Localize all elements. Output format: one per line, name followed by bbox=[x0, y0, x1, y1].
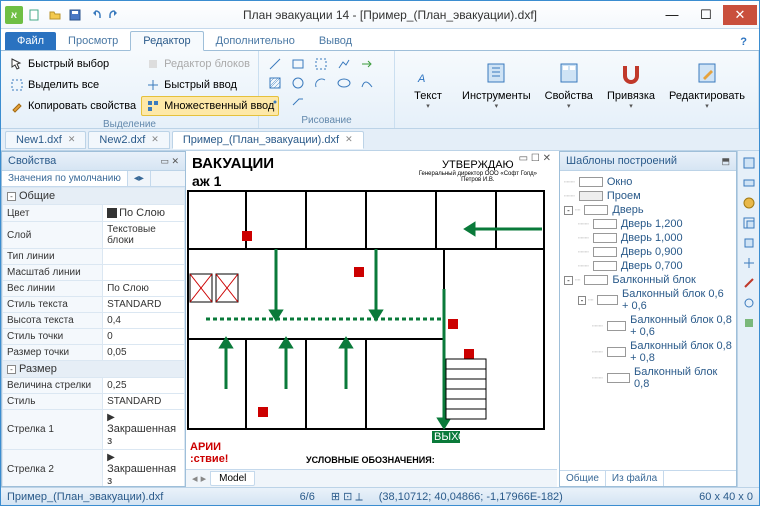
close-tab-icon[interactable]: ✕ bbox=[151, 134, 159, 145]
draw-group-label: Рисование bbox=[263, 113, 390, 128]
multi-input-label: Множественный ввод bbox=[164, 100, 274, 112]
status-snap-icon[interactable]: ⊞ ⊡ ⟂ bbox=[331, 490, 363, 504]
circle-tool-icon[interactable] bbox=[289, 74, 307, 92]
quick-input-label: Быстрый ввод bbox=[164, 79, 237, 91]
vtool-5-icon[interactable] bbox=[741, 235, 757, 251]
tab-file[interactable]: Файл bbox=[5, 32, 56, 50]
doctab-new2[interactable]: New2.dxf✕ bbox=[88, 131, 169, 149]
props-button[interactable]: Свойства▾ bbox=[538, 55, 600, 115]
leader-tool-icon[interactable] bbox=[289, 93, 307, 111]
plan-subtitle: аж 1 bbox=[192, 173, 221, 189]
vtool-9-icon[interactable] bbox=[741, 315, 757, 331]
svg-text:ВЫХОД: ВЫХОД bbox=[434, 431, 474, 443]
minimize-button[interactable]: — bbox=[655, 5, 689, 25]
vtool-4-icon[interactable] bbox=[741, 215, 757, 231]
templates-title: Шаблоны построений bbox=[566, 155, 677, 167]
vtool-8-icon[interactable] bbox=[741, 295, 757, 311]
property-grid[interactable]: -Общие ЦветПо Слою СлойТекстовые блоки Т… bbox=[2, 187, 185, 486]
window-title: План эвакуации 14 - [Пример_(План_эвакуа… bbox=[125, 8, 655, 22]
status-dimensions: 60 x 40 x 0 bbox=[699, 491, 753, 503]
close-button[interactable]: ✕ bbox=[723, 5, 757, 25]
vtool-2-icon[interactable] bbox=[741, 175, 757, 191]
block-editor-label: Редактор блоков bbox=[164, 58, 250, 70]
status-coords: (38,10712; 40,04866; -1,17966E-182) bbox=[379, 491, 563, 503]
close-tab-icon[interactable]: ✕ bbox=[68, 134, 76, 145]
quick-select-label: Быстрый выбор bbox=[28, 58, 109, 70]
props-panel-title: Свойства bbox=[8, 155, 56, 167]
right-toolbar bbox=[737, 151, 759, 487]
edit-button-label: Редактировать bbox=[669, 90, 745, 102]
polyline-tool-icon[interactable] bbox=[335, 55, 353, 73]
copy-props-button[interactable]: Копировать свойства bbox=[5, 96, 141, 116]
doctab-new1[interactable]: New1.dxf✕ bbox=[5, 131, 86, 149]
tools-button-label: Инструменты bbox=[462, 90, 531, 102]
plan-title: ВАКУАЦИИ bbox=[192, 155, 274, 172]
hatch-tool-icon[interactable] bbox=[266, 74, 284, 92]
template-tree[interactable]: ┈┈Окно ┈┈Проем -┈Дверь ┈┈Дверь 1,200 ┈┈Д… bbox=[560, 171, 736, 470]
help-icon[interactable]: ? bbox=[736, 34, 751, 50]
spline-tool-icon[interactable] bbox=[358, 74, 376, 92]
templates-tab-common[interactable]: Общие bbox=[560, 471, 606, 486]
qat-new-icon[interactable] bbox=[26, 6, 44, 24]
properties-panel: Свойства ▭ ✕ Значения по умолчанию◂▸ -Общ… bbox=[1, 151, 186, 487]
props-button-label: Свойства bbox=[545, 90, 593, 102]
vtool-6-icon[interactable] bbox=[741, 255, 757, 271]
drawing-canvas[interactable]: ▭ ☐ ✕ ВАКУАЦИИ аж 1 УТВЕРЖДАЮ Генеральны… bbox=[186, 151, 557, 469]
tab-extra[interactable]: Дополнительно bbox=[204, 32, 307, 50]
point-tool-icon[interactable] bbox=[266, 93, 284, 111]
qat-open-icon[interactable] bbox=[46, 6, 64, 24]
arrow-tool-icon[interactable] bbox=[358, 55, 376, 73]
select-all-label: Выделить все bbox=[28, 79, 99, 91]
status-pages: 6/6 bbox=[300, 491, 315, 503]
snap-button-label: Привязка bbox=[607, 90, 655, 102]
templates-tab-file[interactable]: Из файла bbox=[606, 471, 664, 486]
doctab-example[interactable]: Пример_(План_эвакуации).dxf✕ bbox=[172, 131, 364, 149]
qat-redo-icon[interactable] bbox=[106, 6, 124, 24]
model-tab[interactable]: Model bbox=[210, 471, 255, 486]
status-file: Пример_(План_эвакуации).dxf bbox=[7, 491, 163, 503]
qat-save-icon[interactable] bbox=[66, 6, 84, 24]
tab-output[interactable]: Вывод bbox=[307, 32, 364, 50]
props-tab-more[interactable]: ◂▸ bbox=[128, 171, 151, 186]
panel-collapse-icon[interactable]: ⬒ bbox=[721, 156, 730, 167]
text-button-label: Текст bbox=[414, 90, 442, 102]
app-logo: א bbox=[5, 6, 23, 24]
snap-button[interactable]: Привязка▾ bbox=[600, 55, 662, 115]
vtool-3-icon[interactable] bbox=[741, 195, 757, 211]
tab-editor[interactable]: Редактор bbox=[130, 31, 203, 51]
panel-collapse-icon[interactable]: ▭ ✕ bbox=[160, 156, 179, 167]
select-all-button[interactable]: Выделить все bbox=[5, 75, 141, 95]
qat-undo-icon[interactable] bbox=[86, 6, 104, 24]
poly-tool-icon[interactable] bbox=[312, 55, 330, 73]
approval-block: УТВЕРЖДАЮ Генеральный директор ООО «Софт… bbox=[419, 159, 537, 183]
legend-title: УСЛОВНЫЕ ОБОЗНАЧЕНИЯ: bbox=[306, 455, 435, 465]
vtool-1-icon[interactable] bbox=[741, 155, 757, 171]
templates-panel: Шаблоны построений ⬒ ┈┈Окно ┈┈Проем -┈Две… bbox=[559, 151, 737, 487]
arc-tool-icon[interactable] bbox=[312, 74, 330, 92]
tab-view[interactable]: Просмотр bbox=[56, 32, 130, 50]
tools-button[interactable]: Инструменты▾ bbox=[455, 55, 538, 115]
text-button[interactable]: AТекст▾ bbox=[401, 55, 455, 115]
copy-props-label: Копировать свойства bbox=[28, 100, 136, 112]
props-tab-defaults[interactable]: Значения по умолчанию bbox=[2, 171, 128, 186]
maximize-button[interactable]: ☐ bbox=[689, 5, 723, 25]
rect-tool-icon[interactable] bbox=[289, 55, 307, 73]
svg-text:A: A bbox=[417, 73, 425, 85]
edit-button[interactable]: Редактировать▾ bbox=[662, 55, 752, 115]
line-tool-icon[interactable] bbox=[266, 55, 284, 73]
close-tab-icon[interactable]: ✕ bbox=[345, 134, 353, 145]
quick-select-button[interactable]: Быстрый выбор bbox=[5, 54, 141, 74]
ellipse-tool-icon[interactable] bbox=[335, 74, 353, 92]
vtool-7-icon[interactable] bbox=[741, 275, 757, 291]
